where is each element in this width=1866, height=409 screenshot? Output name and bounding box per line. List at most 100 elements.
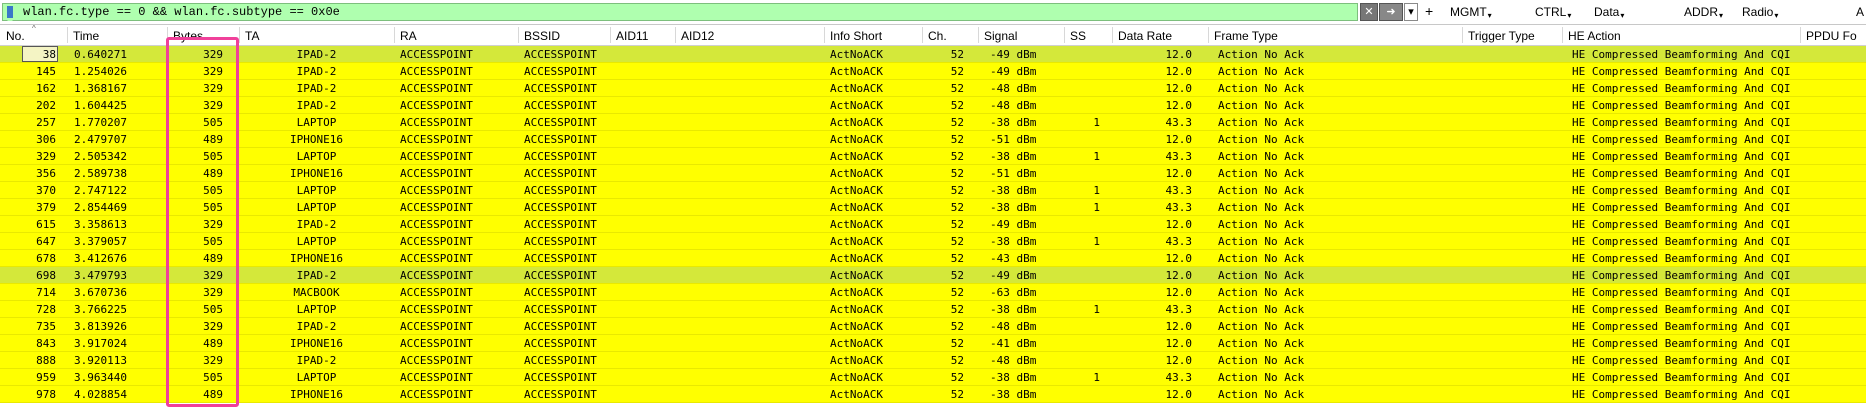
cell-ra: ACCESSPOINT: [400, 286, 473, 299]
column-header-no[interactable]: No.: [0, 25, 67, 45]
cell-frame-type: Action No Ack: [1218, 286, 1305, 299]
quick-filter-radio[interactable]: Radio▾: [1742, 5, 1778, 23]
apply-filter-button[interactable]: ➜: [1379, 3, 1403, 21]
cell-time: 3.813926: [74, 320, 127, 333]
packet-row[interactable]: 714 3.670736 329 MACBOOK ACCESSPOINT ACCESSPO…: [0, 284, 1866, 301]
packet-row[interactable]: 615 3.358613 329 IPAD-2 ACCESSPOINT ACCESSPOI…: [0, 216, 1866, 233]
packet-row[interactable]: 978 4.028854 489 IPHONE16 ACCESSPOINT ACCESSP…: [0, 386, 1866, 403]
column-header-bssid[interactable]: BSSID: [518, 25, 610, 45]
display-filter-text[interactable]: wlan.fc.type == 0 && wlan.fc.subtype == …: [23, 5, 340, 20]
packet-row[interactable]: 257 1.770207 505 LAPTOP ACCESSPOINT ACCESSPOI…: [0, 114, 1866, 131]
packet-row[interactable]: 735 3.813926 329 IPAD-2 ACCESSPOINT ACCESSPOI…: [0, 318, 1866, 335]
column-header-time[interactable]: Time: [67, 25, 167, 45]
cell-no: 735: [36, 320, 56, 333]
display-filter-toolbar: wlan.fc.type == 0 && wlan.fc.subtype == …: [0, 0, 1866, 25]
cell-info-short: ActNoACK: [830, 116, 883, 129]
cell-bssid: ACCESSPOINT: [524, 235, 597, 248]
cell-ra: ACCESSPOINT: [400, 116, 473, 129]
packet-row[interactable]: 356 2.589738 489 IPHONE16 ACCESSPOINT ACCESSP…: [0, 165, 1866, 182]
packet-row[interactable]: 370 2.747122 505 LAPTOP ACCESSPOINT ACCESSPOI…: [0, 182, 1866, 199]
column-header-ss[interactable]: SS: [1064, 25, 1112, 45]
cell-signal: -38 dBm: [990, 201, 1037, 214]
quick-filter-ctrl[interactable]: CTRL▾: [1535, 5, 1571, 23]
cell-channel: 52: [950, 371, 964, 384]
cell-no: 714: [36, 286, 56, 299]
packet-row[interactable]: 329 2.505342 505 LAPTOP ACCESSPOINT ACCESSPOI…: [0, 148, 1866, 165]
column-header-signal[interactable]: Signal: [978, 25, 1064, 45]
packet-row[interactable]: 843 3.917024 489 IPHONE16 ACCESSPOINT ACCESSP…: [0, 335, 1866, 352]
packet-row[interactable]: 959 3.963440 505 LAPTOP ACCESSPOINT ACCESSPOI…: [0, 369, 1866, 386]
column-header-aid12[interactable]: AID12: [675, 25, 824, 45]
cell-info-short: ActNoACK: [830, 167, 883, 180]
cell-he-action: HE Compressed Beamforming And CQI: [1572, 252, 1791, 265]
cell-data-rate: 12.0: [1165, 99, 1193, 112]
cell-ra: ACCESSPOINT: [400, 218, 473, 231]
cell-he-action: HE Compressed Beamforming And CQI: [1572, 99, 1791, 112]
packet-row[interactable]: 379 2.854469 505 LAPTOP ACCESSPOINT ACCESSPOI…: [0, 199, 1866, 216]
quick-filter-data[interactable]: Data▾: [1594, 5, 1624, 23]
packet-row[interactable]: 306 2.479707 489 IPHONE16 ACCESSPOINT ACCESSP…: [0, 131, 1866, 148]
cell-frame-type: Action No Ack: [1218, 371, 1305, 384]
cell-signal: -38 dBm: [990, 235, 1037, 248]
cell-time: 3.479793: [74, 269, 127, 282]
column-header-aid11[interactable]: AID11: [610, 25, 675, 45]
cell-ta: IPAD-2: [296, 320, 337, 333]
cell-data-rate: 12.0: [1165, 269, 1193, 282]
column-header-info-short[interactable]: Info Short: [824, 25, 922, 45]
packet-row[interactable]: 888 3.920113 329 IPAD-2 ACCESSPOINT ACCESSPOI…: [0, 352, 1866, 369]
clear-filter-button[interactable]: ✕: [1360, 3, 1378, 21]
cell-ss: [1064, 267, 1100, 283]
cell-info-short: ActNoACK: [830, 269, 883, 282]
cell-time: 1.604425: [74, 99, 127, 112]
cell-channel: 52: [950, 82, 964, 95]
cell-bytes: 505: [203, 184, 223, 197]
packet-row[interactable]: 678 3.412676 489 IPHONE16 ACCESSPOINT ACCESSP…: [0, 250, 1866, 267]
cell-signal: -38 dBm: [990, 371, 1037, 384]
packet-row[interactable]: 145 1.254026 329 IPAD-2 ACCESSPOINT ACCESSPOI…: [0, 63, 1866, 80]
column-header-ta[interactable]: TA: [239, 25, 394, 45]
cell-bssid: ACCESSPOINT: [524, 252, 597, 265]
cell-ss: [1064, 335, 1100, 351]
add-filter-button[interactable]: +: [1425, 3, 1433, 19]
column-header-frame-type[interactable]: Frame Type: [1208, 25, 1462, 45]
packet-row[interactable]: 647 3.379057 505 LAPTOP ACCESSPOINT ACCESSPOI…: [0, 233, 1866, 250]
quick-filter-addr[interactable]: ADDR▾: [1684, 5, 1723, 23]
quick-filter-mgmt[interactable]: MGMT▾: [1450, 5, 1492, 23]
column-header-he-action[interactable]: HE Action: [1562, 25, 1800, 45]
cell-info-short: ActNoACK: [830, 184, 883, 197]
cell-he-action: HE Compressed Beamforming And CQI: [1572, 286, 1791, 299]
packet-row[interactable]: 38 0.640271 329 IPAD-2 ACCESSPOINT ACCESSPOIN…: [0, 46, 1866, 63]
column-header-bytes[interactable]: Bytes: [167, 25, 239, 45]
cell-frame-type: Action No Ack: [1218, 99, 1305, 112]
cell-no: 306: [36, 133, 56, 146]
cell-signal: -48 dBm: [990, 354, 1037, 367]
cell-bytes: 489: [203, 337, 223, 350]
cell-frame-type: Action No Ack: [1218, 116, 1305, 129]
cell-time: 3.766225: [74, 303, 127, 316]
cell-signal: -63 dBm: [990, 286, 1037, 299]
chevron-down-icon: ▾: [1620, 11, 1625, 20]
packet-row[interactable]: 202 1.604425 329 IPAD-2 ACCESSPOINT ACCESSPOI…: [0, 97, 1866, 114]
cell-he-action: HE Compressed Beamforming And CQI: [1572, 150, 1791, 163]
column-header-trigger-type[interactable]: Trigger Type: [1462, 25, 1562, 45]
cell-he-action: HE Compressed Beamforming And CQI: [1572, 133, 1791, 146]
cell-ta: LAPTOP: [296, 235, 337, 248]
cell-frame-type: Action No Ack: [1218, 337, 1305, 350]
packet-row[interactable]: 162 1.368167 329 IPAD-2 ACCESSPOINT ACCESSPOI…: [0, 80, 1866, 97]
cell-frame-type: Action No Ack: [1218, 354, 1305, 367]
column-header-data-rate[interactable]: Data Rate: [1112, 25, 1208, 45]
bookmark-icon[interactable]: [7, 6, 13, 21]
quick-filter-more[interactable]: A: [1856, 5, 1864, 19]
cell-time: 3.920113: [74, 354, 127, 367]
cell-bssid: ACCESSPOINT: [524, 201, 597, 214]
column-header-ra[interactable]: RA: [394, 25, 518, 45]
column-header-channel[interactable]: Ch.: [922, 25, 978, 45]
cell-ra: ACCESSPOINT: [400, 354, 473, 367]
cell-frame-type: Action No Ack: [1218, 201, 1305, 214]
packet-row[interactable]: 728 3.766225 505 LAPTOP ACCESSPOINT ACCESSPOI…: [0, 301, 1866, 318]
cell-ra: ACCESSPOINT: [400, 371, 473, 384]
display-filter-input[interactable]: wlan.fc.type == 0 && wlan.fc.subtype == …: [2, 3, 1358, 21]
filter-history-dropdown[interactable]: ▾: [1404, 3, 1418, 21]
column-header-ppdu-format[interactable]: PPDU Fo: [1800, 25, 1866, 45]
packet-row[interactable]: 698 3.479793 329 IPAD-2 ACCESSPOINT ACCESSPOI…: [0, 267, 1866, 284]
